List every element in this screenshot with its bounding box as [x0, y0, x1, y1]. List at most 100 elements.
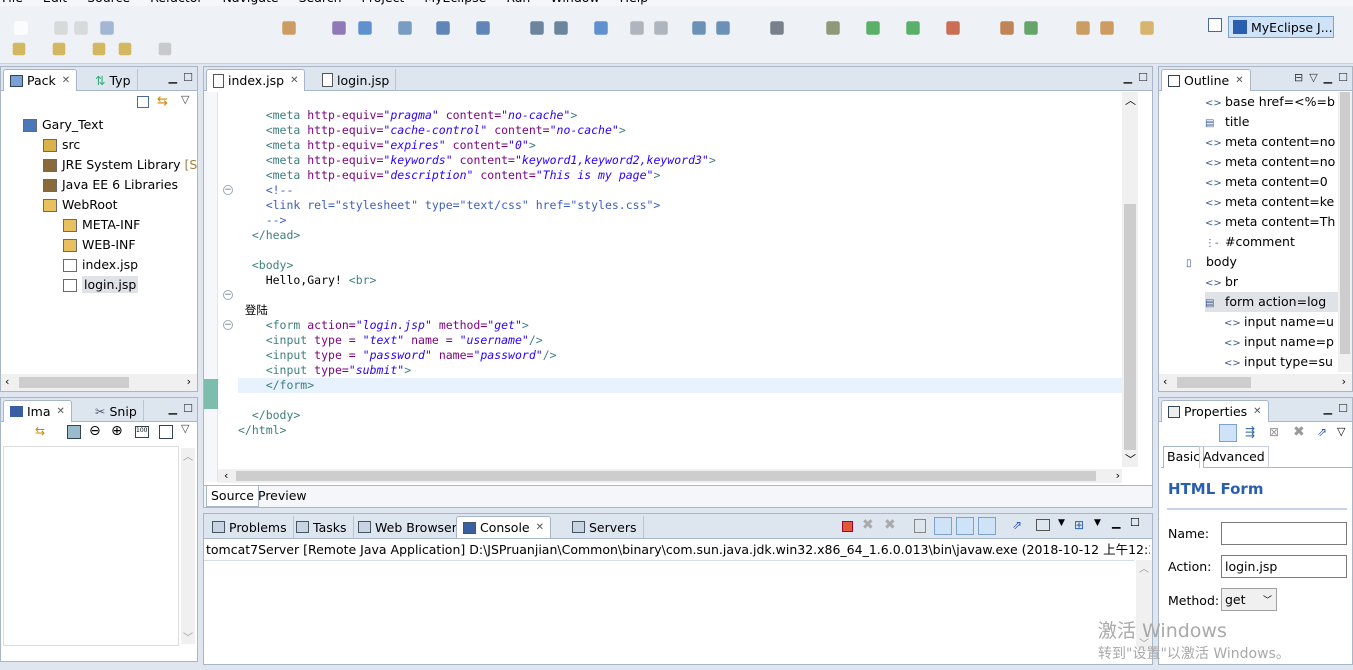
view-menu-icon[interactable]: ▽: [181, 93, 189, 106]
tab-problems[interactable]: Problems: [206, 516, 294, 538]
outline-item[interactable]: <> meta content=no: [1205, 152, 1335, 172]
scroll-down-icon[interactable]: ﹀: [1125, 451, 1136, 467]
tree-item[interactable]: src: [43, 135, 80, 155]
open-console-icon[interactable]: ⊞: [1074, 518, 1084, 532]
code-line[interactable]: <form action="login.jsp" method="get">: [238, 318, 529, 333]
tree-item[interactable]: index.jsp: [63, 255, 138, 275]
tab-tasks[interactable]: Tasks: [290, 516, 354, 538]
code-line[interactable]: <body>: [238, 258, 294, 273]
clear-console-icon[interactable]: [914, 519, 926, 533]
display-console-icon[interactable]: [1036, 519, 1050, 531]
close-icon[interactable]: ✕: [57, 406, 65, 417]
new-class-icon[interactable]: [358, 21, 372, 35]
sync-icon[interactable]: ⇆: [35, 424, 45, 438]
search-icon[interactable]: [1100, 21, 1114, 35]
menu-refactor[interactable]: Refactor: [150, 0, 202, 5]
zoom-in-icon[interactable]: ⊕: [111, 423, 123, 439]
camera-icon[interactable]: [770, 21, 784, 35]
scroll-left-icon[interactable]: ‹: [1163, 375, 1167, 388]
show-categories-icon[interactable]: [1219, 424, 1237, 442]
minimize-icon[interactable]: ▁: [1324, 71, 1332, 84]
code-line[interactable]: </body>: [238, 408, 300, 423]
run-icon[interactable]: [866, 21, 880, 35]
code-line[interactable]: <link rel="stylesheet" type="text/css" h…: [238, 198, 661, 213]
scroll-left-icon[interactable]: ‹: [5, 375, 9, 388]
tree-item[interactable]: login.jsp: [63, 275, 139, 295]
run-history-icon[interactable]: [906, 21, 920, 35]
build-icon[interactable]: [1000, 21, 1014, 35]
close-icon[interactable]: ✕: [1253, 406, 1261, 417]
code-line[interactable]: <meta http-equiv="pragma" content="no-ca…: [238, 108, 578, 123]
minimize-icon[interactable]: ▁: [169, 71, 177, 84]
tree-item[interactable]: Gary_Text: [23, 115, 103, 135]
back-nav-icon[interactable]: [118, 42, 132, 56]
tab-web-browser[interactable]: Web Browser: [352, 516, 464, 538]
save-all-icon[interactable]: [74, 21, 88, 35]
maximize-icon[interactable]: ☐: [183, 402, 193, 415]
code-line[interactable]: <meta http-equiv="keywords" content="key…: [238, 153, 716, 168]
scroll-up-icon[interactable]: ︿: [1125, 92, 1136, 108]
deploy-icon[interactable]: [530, 21, 544, 35]
minimize-icon[interactable]: ▁: [1112, 516, 1120, 529]
zoom-out-icon[interactable]: ⊖: [89, 423, 101, 439]
server-icon[interactable]: [554, 21, 568, 35]
print-icon[interactable]: [100, 21, 114, 35]
show-stdout-icon[interactable]: [956, 517, 974, 535]
maximize-icon[interactable]: ☐: [183, 71, 193, 84]
scroll-right-icon[interactable]: ›: [1116, 469, 1120, 482]
code-line[interactable]: <meta http-equiv="expires" content="0">: [238, 138, 536, 153]
actual-size-icon[interactable]: 100: [135, 426, 149, 438]
code-line[interactable]: <!--: [238, 183, 294, 198]
browser-icon[interactable]: [594, 21, 608, 35]
prev-annotation-icon[interactable]: [52, 42, 66, 56]
web-icon[interactable]: [692, 21, 706, 35]
new-icon[interactable]: [14, 21, 28, 35]
show-stderr-icon[interactable]: [978, 517, 996, 535]
scroll-up-icon[interactable]: ︿: [183, 448, 193, 463]
show-advanced-icon[interactable]: ⇶: [1245, 425, 1255, 439]
code-line[interactable]: <input type="submit">: [238, 363, 411, 378]
forward-nav-icon[interactable]: [158, 42, 172, 56]
close-icon[interactable]: ✕: [290, 75, 298, 86]
restore-default-icon[interactable]: ⊠: [1269, 425, 1279, 439]
action-field[interactable]: [1221, 555, 1347, 578]
back-icon[interactable]: [630, 21, 644, 35]
tab-source[interactable]: Source: [206, 486, 259, 507]
close-icon[interactable]: ✕: [62, 75, 70, 86]
code-line[interactable]: </form>: [238, 378, 314, 393]
outline-item[interactable]: ▤ title: [1205, 112, 1249, 132]
xml-icon[interactable]: [398, 21, 412, 35]
scroll-thumb[interactable]: [19, 377, 129, 388]
tab-preview[interactable]: Preview: [256, 486, 309, 507]
dropdown-icon[interactable]: ▼: [1094, 518, 1101, 528]
forward-icon[interactable]: [654, 21, 668, 35]
globe-icon[interactable]: [716, 21, 730, 35]
tree-item[interactable]: JRE System Library[Su: [43, 155, 197, 175]
tab-console[interactable]: Console ✕: [456, 516, 552, 538]
name-field[interactable]: [1221, 522, 1347, 545]
pin-icon[interactable]: ⇗: [1317, 425, 1327, 439]
scroll-thumb[interactable]: [236, 471, 1096, 481]
outline-hscroll[interactable]: ‹ ›: [1159, 374, 1352, 391]
tab-properties[interactable]: Properties ✕: [1161, 400, 1269, 422]
outline-item[interactable]: ▯ body: [1186, 252, 1237, 272]
external-tools-icon[interactable]: [946, 21, 960, 35]
menu-window[interactable]: Window: [550, 0, 599, 5]
tab-type-hierarchy[interactable]: ⇅ Typ: [89, 69, 138, 91]
perspective-myeclipse[interactable]: MyEclipse J...: [1228, 16, 1334, 38]
scroll-thumb[interactable]: [1340, 92, 1350, 354]
perspective-switcher[interactable]: MyEclipse J...: [1200, 16, 1350, 38]
view-menu-icon[interactable]: ▽: [181, 422, 189, 435]
new-project-icon[interactable]: [282, 21, 296, 35]
tab-snippets[interactable]: ✂ Snip: [89, 400, 144, 422]
outline-item[interactable]: <> br: [1205, 272, 1238, 292]
code-line[interactable]: <meta http-equiv="description" content="…: [238, 168, 661, 183]
fold-collapse-icon[interactable]: −: [223, 290, 233, 300]
collapse-all-icon[interactable]: [137, 96, 149, 108]
tab-outline[interactable]: Outline ✕: [1161, 69, 1251, 91]
code-line[interactable]: <input type = "text" name = "username"/>: [238, 333, 543, 348]
last-edit-icon[interactable]: [92, 42, 106, 56]
close-icon[interactable]: ✕: [1235, 75, 1243, 86]
scroll-left-icon[interactable]: ‹: [224, 469, 228, 482]
remove-all-icon[interactable]: ✖: [884, 517, 896, 533]
